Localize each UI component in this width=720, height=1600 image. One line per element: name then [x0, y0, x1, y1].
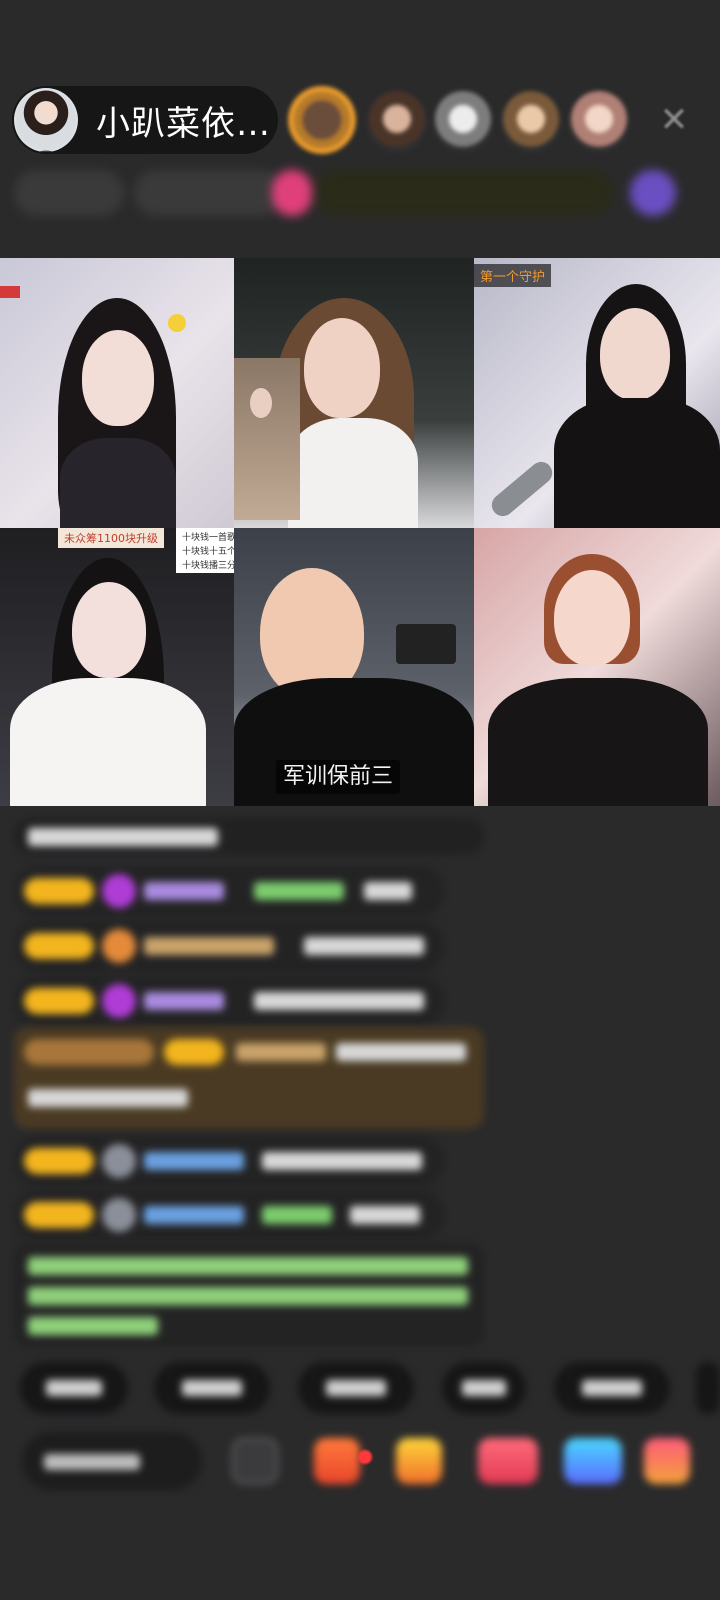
red-packet-icon[interactable]	[478, 1438, 538, 1484]
viewer-avatar[interactable]	[432, 91, 494, 153]
more-icon[interactable]	[644, 1438, 690, 1484]
emoji-icon[interactable]	[232, 1438, 278, 1484]
stat-chip	[134, 170, 284, 216]
video-grid: 第一个守护 未众筹1100块升级 十块钱一首歌 十块钱十五个 十块钱播三分 军训…	[0, 258, 720, 814]
video-tile[interactable]	[234, 258, 474, 528]
link-mic-icon[interactable]	[564, 1438, 622, 1484]
viewer-avatar[interactable]	[366, 91, 428, 153]
notification-dot	[358, 1450, 372, 1464]
chat-message[interactable]	[14, 1190, 444, 1240]
stat-chip	[14, 170, 124, 216]
tile-tag: 未众筹1100块升级	[58, 528, 164, 548]
rank-chip	[314, 170, 614, 216]
shop-icon[interactable]	[314, 1438, 360, 1484]
video-tile[interactable]: 第一个守护	[474, 258, 720, 528]
quick-action-button[interactable]	[442, 1362, 526, 1414]
host-info-pill[interactable]: 小趴菜依…	[12, 86, 278, 154]
video-caption: 军训保前三	[276, 760, 400, 794]
comment-input[interactable]	[22, 1432, 202, 1490]
quick-action-button[interactable]	[154, 1362, 270, 1414]
chat-message[interactable]	[14, 921, 444, 971]
quick-action-button[interactable]	[554, 1362, 670, 1414]
viewer-avatar[interactable]	[500, 91, 562, 153]
stat-chip	[272, 170, 312, 216]
tile-label: 第一个守护	[474, 264, 552, 287]
chat-message[interactable]	[14, 866, 444, 916]
video-tile[interactable]	[474, 528, 720, 806]
close-icon[interactable]: ✕	[654, 100, 694, 140]
host-name: 小趴菜依…	[96, 103, 271, 144]
gift-message[interactable]	[14, 1027, 484, 1129]
quick-action-button[interactable]	[20, 1362, 128, 1414]
chat-message[interactable]	[14, 818, 484, 854]
stat-chip	[630, 170, 676, 216]
video-tile[interactable]	[0, 258, 234, 528]
top-viewer-avatar[interactable]	[288, 86, 356, 154]
host-avatar[interactable]	[14, 88, 78, 152]
tile-tag: 十块钱播三分	[176, 556, 234, 573]
quick-action-button[interactable]	[696, 1362, 720, 1414]
chat-message[interactable]	[14, 976, 444, 1026]
gift-icon[interactable]	[396, 1438, 442, 1484]
system-notice	[14, 1243, 484, 1347]
quick-action-button[interactable]	[298, 1362, 414, 1414]
host-stats-row	[14, 170, 704, 216]
viewer-avatar[interactable]	[568, 91, 630, 153]
chat-message[interactable]	[14, 1136, 444, 1186]
video-tile[interactable]: 未众筹1100块升级 十块钱一首歌 十块钱十五个 十块钱播三分	[0, 528, 234, 806]
